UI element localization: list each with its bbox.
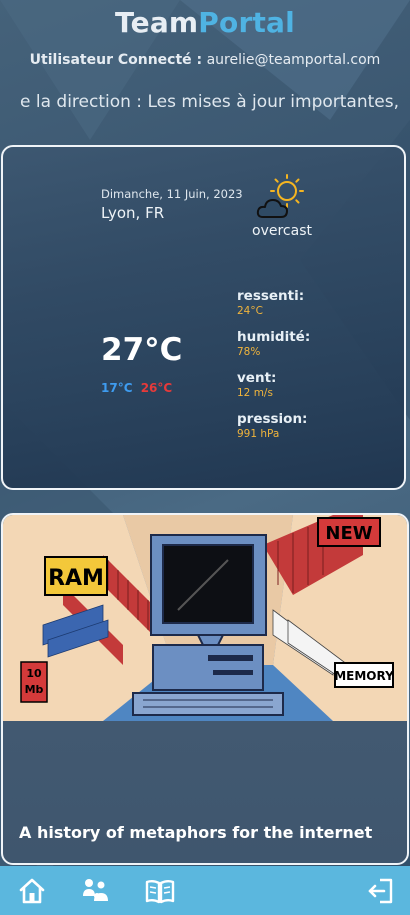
- ticker-text: e la direction : Les mises à jour import…: [20, 92, 400, 112]
- stat-value: 12 m/s: [237, 387, 273, 399]
- stat-label: vent:: [237, 370, 277, 386]
- home-icon[interactable]: [17, 876, 47, 906]
- stat-label: pression:: [237, 411, 308, 427]
- stat-humidity: humidité: 78%: [237, 329, 310, 370]
- weather-condition: overcast: [252, 223, 312, 239]
- current-temperature: 27°C: [101, 332, 183, 368]
- book-icon[interactable]: [145, 876, 175, 906]
- connected-user: Utilisateur Connecté : aurelie@teamporta…: [0, 52, 410, 68]
- bottom-nav: [0, 866, 410, 915]
- temp-max: 26°C: [140, 381, 173, 395]
- weather-location: Lyon, FR: [101, 204, 165, 222]
- brand-part1: Team: [115, 6, 199, 39]
- stat-value: 991 hPa: [237, 428, 280, 440]
- weather-date: Dimanche, 11 Juin, 2023: [101, 187, 243, 201]
- header: TeamPortal Utilisateur Connecté : aureli…: [0, 0, 410, 130]
- stat-label: humidité:: [237, 329, 311, 345]
- stat-value: 78%: [237, 346, 261, 358]
- temperature-range: 17°C 26°C: [101, 381, 172, 395]
- weather-card: Dimanche, 11 Juin, 2023 Lyon, FR overcas…: [1, 145, 406, 490]
- news-title[interactable]: A history of metaphors for the internet: [19, 823, 372, 842]
- temp-min: 17°C: [101, 381, 133, 395]
- ram-label: RAM: [48, 566, 104, 591]
- stat-feels-like: ressenti: 24°C: [237, 288, 310, 329]
- brand-part2: Portal: [198, 6, 295, 39]
- news-card[interactable]: RAM NEW MEMORY 10 Mb A history of metaph…: [1, 513, 409, 865]
- stat-pressure: pression: 991 hPa: [237, 411, 310, 452]
- news-image[interactable]: RAM NEW MEMORY 10 Mb: [3, 515, 409, 721]
- team-icon[interactable]: [80, 876, 110, 906]
- stat-value: 24°C: [237, 305, 263, 317]
- size-unit-label: Mb: [25, 683, 44, 696]
- weather-stats: ressenti: 24°C humidité: 78% vent: 12 m/…: [237, 288, 310, 452]
- new-label: NEW: [325, 523, 372, 544]
- stat-wind: vent: 12 m/s: [237, 370, 310, 411]
- sun-cloud-icon: [256, 174, 304, 218]
- user-email: aurelie@teamportal.com: [206, 52, 381, 68]
- user-label: Utilisateur Connecté :: [29, 52, 203, 68]
- size-number-label: 10: [26, 667, 42, 680]
- logout-icon[interactable]: [366, 876, 396, 906]
- announcement-ticker: e la direction : Les mises à jour import…: [0, 92, 410, 116]
- memory-label: MEMORY: [334, 669, 394, 683]
- brand-logo[interactable]: TeamPortal: [0, 6, 410, 39]
- stat-label: ressenti:: [237, 288, 305, 304]
